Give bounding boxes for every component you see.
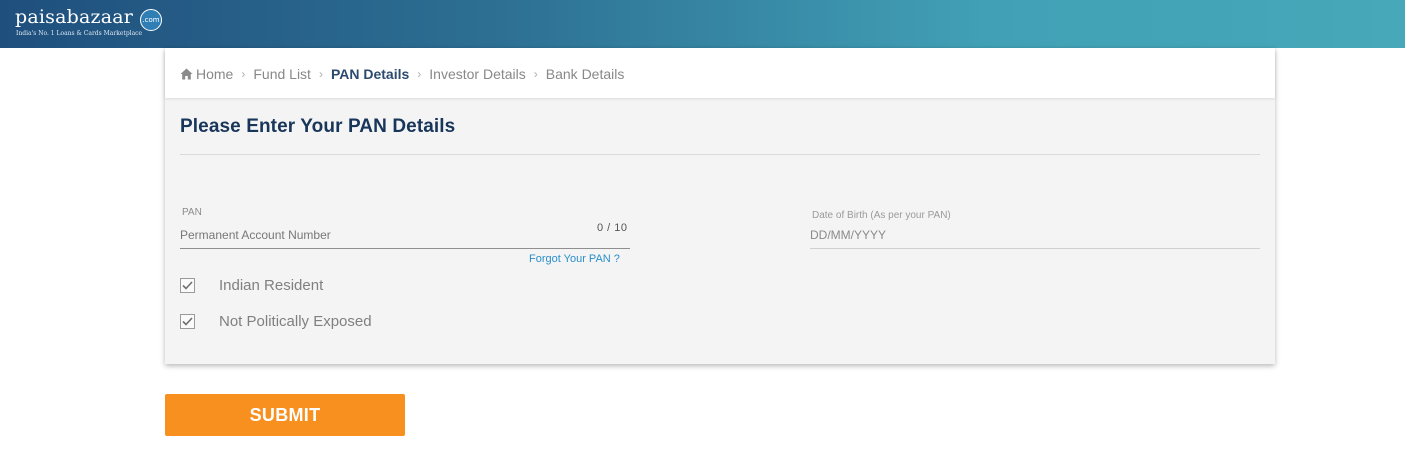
page-title: Please Enter Your PAN Details [180, 116, 456, 137]
not-politically-exposed-checkbox[interactable] [180, 314, 195, 329]
breadcrumb-item-pan-details: PAN Details [330, 66, 410, 82]
pan-details-card: Home › Fund List › PAN Details › Investo… [165, 48, 1275, 364]
home-icon[interactable] [180, 68, 193, 80]
title-divider [180, 154, 1260, 155]
not-politically-exposed-option[interactable]: Not Politically Exposed [180, 313, 372, 330]
breadcrumb-item-bank-details[interactable]: Bank Details [546, 66, 625, 82]
logo-tagline: India's No. 1 Loans & Cards Marketplace [16, 30, 143, 37]
breadcrumb-item-fund-list[interactable]: Fund List [253, 66, 311, 82]
pan-underline [180, 248, 630, 249]
not-politically-exposed-label: Not Politically Exposed [219, 313, 372, 330]
logo-com-badge: .com [140, 9, 162, 31]
chevron-right-icon: › [241, 67, 246, 81]
chevron-right-icon: › [318, 67, 323, 81]
breadcrumb: Home › Fund List › PAN Details › Investo… [180, 66, 624, 82]
breadcrumb-bar: Home › Fund List › PAN Details › Investo… [165, 48, 1275, 98]
dob-label: Date of Birth (As per your PAN) [812, 210, 951, 221]
dob-underline [810, 248, 1260, 249]
chevron-right-icon: › [417, 67, 422, 81]
pan-char-counter: 0 / 10 [597, 222, 628, 234]
dob-input[interactable] [810, 224, 1250, 246]
pan-input[interactable] [180, 224, 590, 246]
breadcrumb-item-investor-details[interactable]: Investor Details [429, 66, 525, 82]
checkmark-icon [182, 281, 193, 290]
top-header-bar: paisabazaar .com India's No. 1 Loans & C… [0, 0, 1405, 48]
indian-resident-checkbox[interactable] [180, 278, 195, 293]
pan-label: PAN [182, 207, 202, 218]
paisabazaar-logo[interactable]: paisabazaar .com India's No. 1 Loans & C… [15, 6, 162, 37]
logo-wordmark: paisabazaar [15, 6, 134, 28]
forgot-pan-link[interactable]: Forgot Your PAN ? [529, 253, 620, 265]
breadcrumb-item-home[interactable]: Home [196, 66, 233, 82]
chevron-right-icon: › [533, 67, 538, 81]
checkmark-icon [182, 317, 193, 326]
indian-resident-option[interactable]: Indian Resident [180, 277, 323, 294]
indian-resident-label: Indian Resident [219, 277, 324, 294]
submit-button[interactable]: SUBMIT [165, 394, 405, 436]
